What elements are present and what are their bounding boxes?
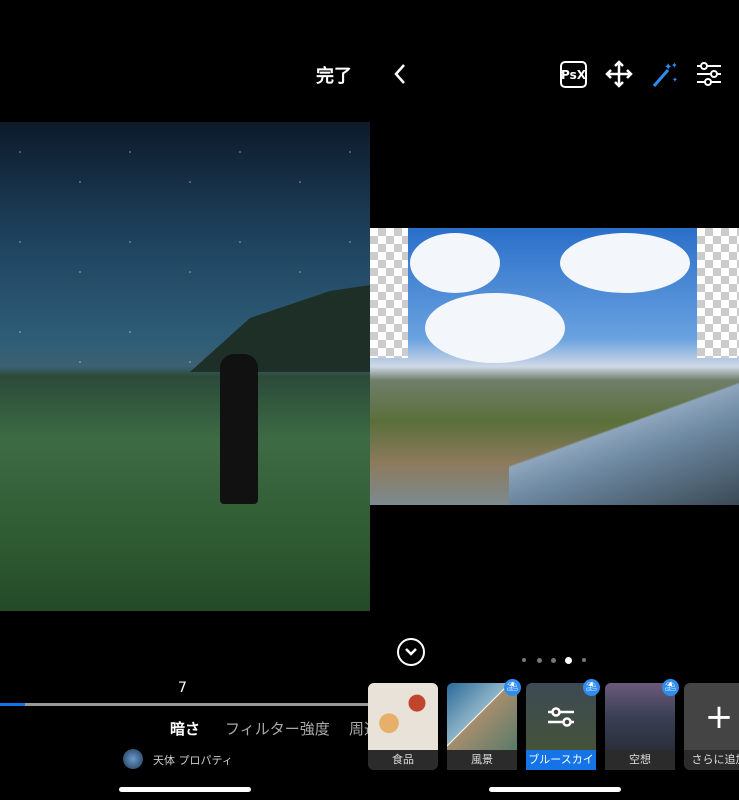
preset-blue-sky[interactable]: ブルースカイ ⛱ <box>526 679 600 770</box>
svg-text:✦: ✦ <box>671 61 678 70</box>
adjust-sliders-icon[interactable] <box>695 60 723 88</box>
tab-darkness[interactable]: 暗さ <box>170 718 200 739</box>
premium-badge-icon: ⛱ <box>662 679 679 696</box>
svg-text:✦: ✦ <box>672 76 678 84</box>
premium-badge-icon: ⛱ <box>504 679 521 696</box>
preset-landscape[interactable]: 風景 ⛱ <box>447 679 521 770</box>
page-dot[interactable] <box>582 658 586 662</box>
done-button[interactable]: 完了 <box>316 62 352 88</box>
slider-value: 7 <box>178 680 187 696</box>
premium-badge-icon: ⛱ <box>583 679 600 696</box>
plus-icon: + <box>704 696 734 737</box>
page-dot[interactable] <box>522 658 526 662</box>
property-thumbnail <box>123 749 143 769</box>
property-label[interactable]: 天体 プロパティ <box>153 752 233 768</box>
tab-filter-strength[interactable]: フィルター強度 <box>225 718 330 739</box>
preset-food[interactable]: 食品 <box>368 683 438 770</box>
preset-fantasy[interactable]: 空想 ⛱ <box>605 679 679 770</box>
river-bridge-photo <box>370 228 739 505</box>
move-icon[interactable] <box>605 60 633 88</box>
tab-vignette[interactable]: 周辺 <box>349 718 370 739</box>
page-dot-active[interactable] <box>565 657 572 664</box>
psx-icon[interactable]: PsX <box>560 61 587 88</box>
add-more-preset-button[interactable]: + さらに追加 <box>684 683 739 770</box>
home-indicator <box>119 787 251 792</box>
starry-sky-photo <box>0 122 370 611</box>
page-dot[interactable] <box>537 658 542 663</box>
magic-wand-icon[interactable]: ✦ ✦ ✦ <box>650 60 678 88</box>
strength-slider[interactable] <box>0 703 370 706</box>
home-indicator <box>489 787 621 792</box>
slider-fill <box>0 703 25 706</box>
page-dot[interactable] <box>551 658 556 663</box>
back-icon[interactable] <box>390 60 410 88</box>
collapse-chevron-icon[interactable] <box>397 638 425 666</box>
